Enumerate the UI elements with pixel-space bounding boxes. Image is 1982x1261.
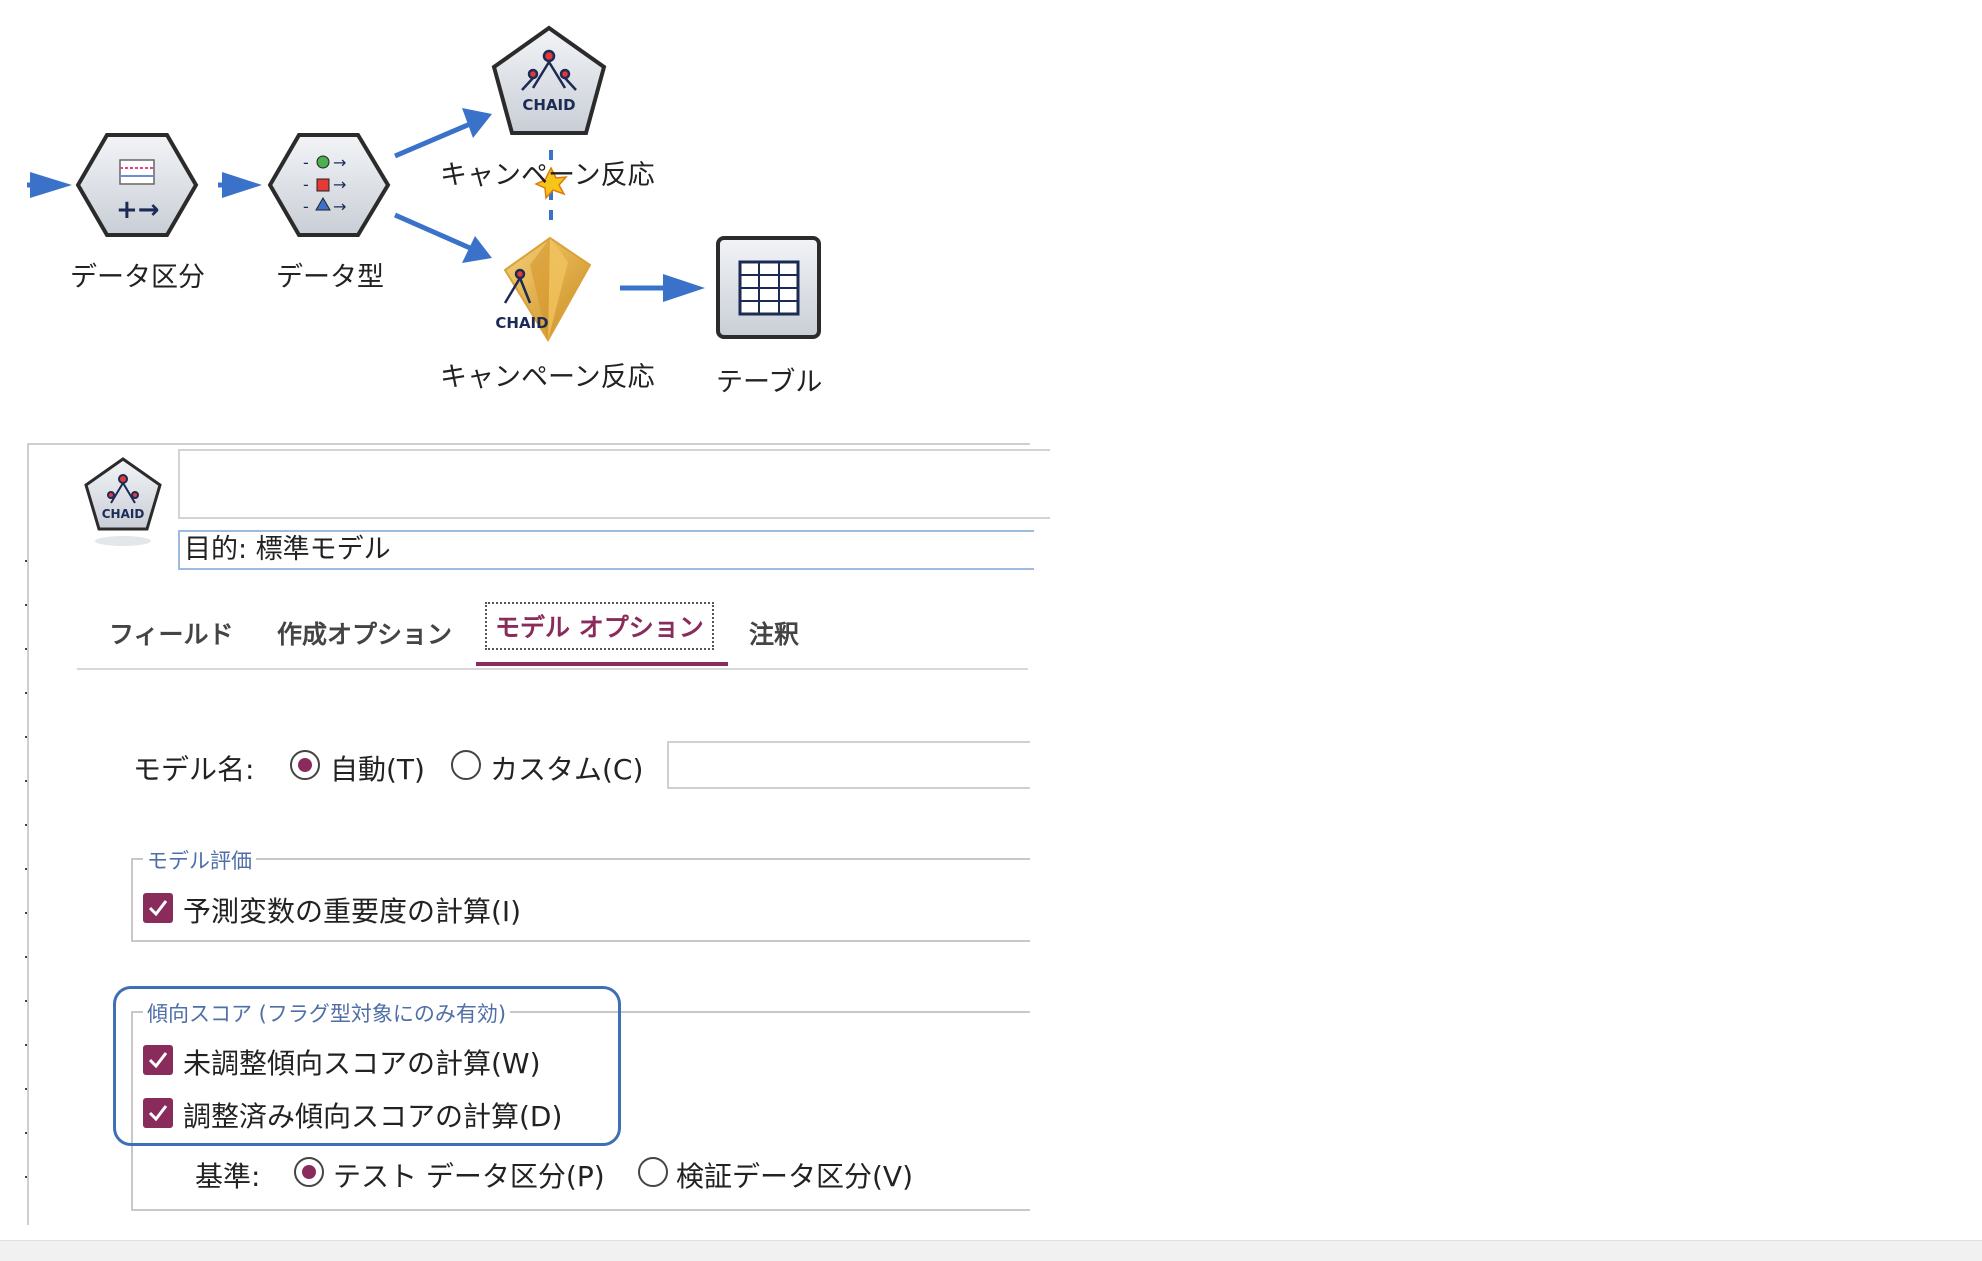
active-tab-indicator <box>476 662 728 666</box>
objective-field: 目的: 標準モデル <box>178 530 1034 570</box>
model-name-label: モデル名: <box>133 753 255 786</box>
checkmark-icon <box>148 900 168 917</box>
table-node-label: テーブル <box>716 367 823 398</box>
partition-node-label: データ区分 <box>70 262 205 293</box>
connection-arrow-nugget-table <box>620 274 705 302</box>
svg-text:→: → <box>333 153 346 172</box>
connection-arrow-type-model <box>394 108 492 159</box>
type-node[interactable]: - → - → - → <box>267 133 391 237</box>
tab-build-options[interactable]: 作成オプション <box>277 615 452 651</box>
stream-canvas: +→ - → - → - → CHAID CHAID <box>27 25 821 342</box>
model-name-custom-label[interactable]: カスタム(C) <box>490 748 643 788</box>
model-name-auto-radio[interactable] <box>290 750 320 780</box>
connection-arrow-partition-type <box>218 172 262 198</box>
svg-text:→: → <box>333 175 346 194</box>
connection-arrow-type-nugget <box>393 212 492 263</box>
panel-ruler <box>25 560 27 1220</box>
model-evaluation-title: モデル評価 <box>143 845 256 875</box>
base-test-partition-radio[interactable] <box>294 1157 324 1187</box>
svg-text:-: - <box>303 153 309 172</box>
partition-node[interactable]: +→ <box>75 133 199 237</box>
tab-fields[interactable]: フィールド <box>109 615 234 651</box>
svg-text:→: → <box>333 197 346 216</box>
model-name-auto-label[interactable]: 自動(T) <box>330 748 425 788</box>
chaid-icon-text: CHAID <box>495 314 548 332</box>
chaid-nugget-label: キャンペーン反応 <box>440 362 655 393</box>
svg-text:+→: +→ <box>116 195 160 225</box>
base-validation-partition-label[interactable]: 検証データ区分(V) <box>676 1155 913 1195</box>
chaid-nugget-node[interactable]: CHAID <box>495 236 592 342</box>
predictor-importance-label[interactable]: 予測変数の重要度の計算(I) <box>183 890 521 930</box>
type-node-label: データ型 <box>276 262 384 293</box>
svg-text:-: - <box>303 175 309 194</box>
svg-text:-: - <box>303 197 309 216</box>
chaid-node-icon: CHAID <box>84 457 162 546</box>
bottom-edge <box>0 1240 1982 1261</box>
connection-arrow-in <box>27 172 72 198</box>
base-test-partition-label[interactable]: テスト データ区分(P) <box>333 1155 605 1195</box>
chaid-model-node[interactable]: CHAID <box>491 25 607 135</box>
predictor-importance-checkbox[interactable] <box>143 893 173 923</box>
model-name-custom-radio[interactable] <box>451 750 481 780</box>
svg-text:CHAID: CHAID <box>102 507 145 521</box>
propensity-highlight-box <box>113 986 621 1146</box>
chaid-icon-text: CHAID <box>522 96 575 114</box>
table-node[interactable] <box>716 236 821 339</box>
chaid-model-label: キャンペーン反応 <box>440 160 655 191</box>
base-label: 基準: <box>195 1160 261 1193</box>
tab-bar: フィールド 作成オプション モデル オプション 注釈 <box>77 600 1028 670</box>
tab-model-options[interactable]: モデル オプション <box>485 602 714 650</box>
node-name-input[interactable] <box>178 449 1050 519</box>
tab-annotations[interactable]: 注釈 <box>749 615 799 651</box>
base-validation-partition-radio[interactable] <box>638 1157 668 1187</box>
custom-model-name-input[interactable] <box>667 741 1030 789</box>
